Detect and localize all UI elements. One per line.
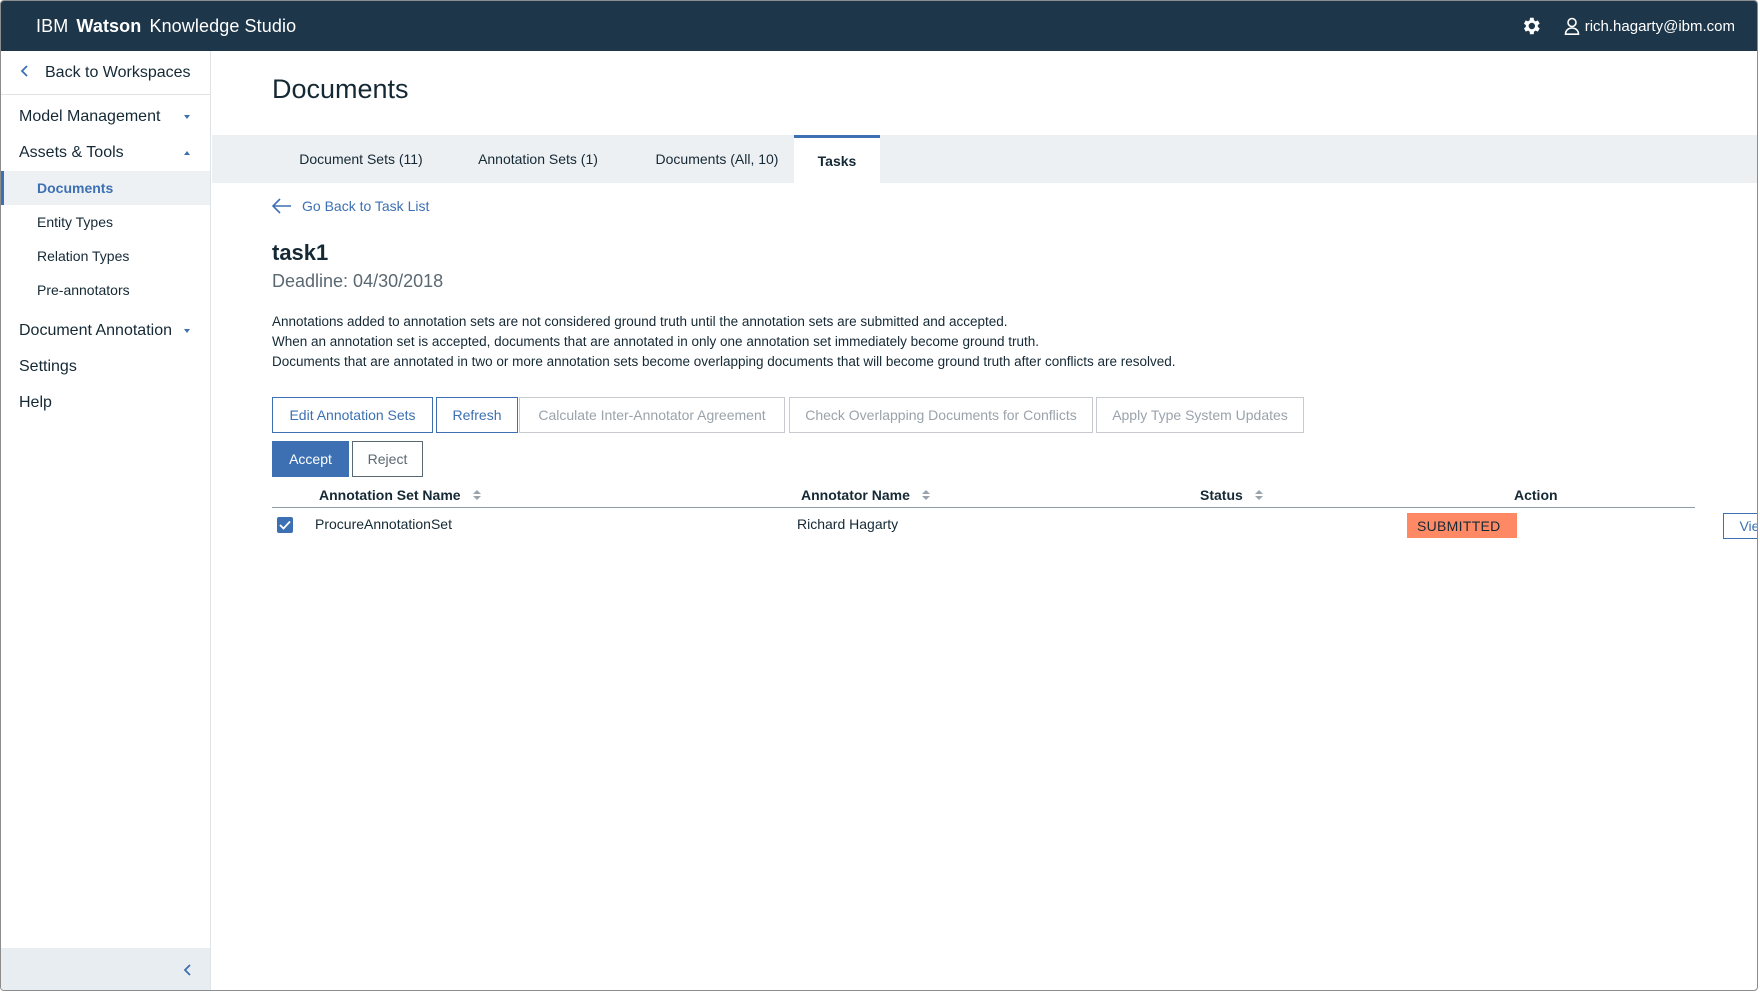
column-header-label: Annotation Set Name — [319, 487, 461, 503]
user-email: rich.hagarty@ibm.com — [1584, 17, 1735, 35]
column-header-label: Action — [1514, 487, 1558, 503]
top-header: IBM Watson Knowledge Studio rich.hagarty… — [1, 1, 1757, 51]
description-line: When an annotation set is accepted, docu… — [272, 334, 1039, 349]
status-badge: SUBMITTED — [1407, 513, 1517, 538]
sidebar: Back to Workspaces Model Management Asse… — [1, 51, 211, 990]
column-header-annotator-name[interactable]: Annotator Name — [801, 487, 930, 503]
user-menu[interactable]: rich.hagarty@ibm.com — [1564, 17, 1735, 35]
main-content: Documents Document Sets (11) Annotation … — [212, 51, 1757, 990]
caret-up-icon — [184, 151, 190, 155]
app-brand: IBM Watson Knowledge Studio — [36, 16, 296, 37]
tab-tasks[interactable]: Tasks — [794, 135, 880, 183]
tab-annotation-sets[interactable]: Annotation Sets (1) — [460, 135, 616, 183]
collapse-sidebar-button[interactable] — [1, 948, 210, 990]
sort-icon — [1254, 490, 1263, 500]
page-title: Documents — [272, 74, 409, 104]
user-icon — [1564, 17, 1580, 35]
checkmark-icon — [279, 520, 291, 530]
sidebar-item-label: Relation Types — [37, 248, 130, 264]
nav-section-label: Assets & Tools — [19, 144, 124, 161]
cell-annotation-set-name: ProcureAnnotationSet — [315, 516, 452, 532]
check-overlapping-button[interactable]: Check Overlapping Documents for Conflict… — [789, 397, 1093, 433]
sidebar-item-label: Pre-annotators — [37, 282, 130, 298]
tab-documents-all[interactable]: Documents (All, 10) — [626, 135, 808, 183]
column-header-status[interactable]: Status — [1200, 487, 1263, 503]
nav-section-label: Model Management — [19, 108, 161, 125]
refresh-button[interactable]: Refresh — [436, 397, 518, 433]
nav-model-management[interactable]: Model Management — [1, 99, 210, 135]
nav-section-label: Help — [19, 394, 52, 411]
chevron-left-icon — [183, 964, 191, 976]
back-label: Back to Workspaces — [45, 63, 191, 81]
sidebar-item-entity-types[interactable]: Entity Types — [1, 205, 210, 239]
accept-button[interactable]: Accept — [272, 441, 349, 477]
app-window: IBM Watson Knowledge Studio rich.hagarty… — [0, 0, 1758, 991]
column-header-action: Action — [1514, 487, 1558, 503]
column-header-label: Annotator Name — [801, 487, 910, 503]
caret-down-icon — [184, 115, 190, 119]
apply-type-system-updates-button[interactable]: Apply Type System Updates — [1096, 397, 1304, 433]
reject-button[interactable]: Reject — [352, 441, 423, 477]
brand-product: Knowledge Studio — [149, 15, 297, 36]
description-line: Annotations added to annotation sets are… — [272, 314, 1008, 329]
task-description: Annotations added to annotation sets are… — [272, 312, 1176, 372]
gear-icon[interactable] — [1520, 15, 1542, 37]
sidebar-item-label: Documents — [37, 180, 114, 196]
edit-annotation-sets-button[interactable]: Edit Annotation Sets — [272, 397, 433, 433]
nav-assets-tools[interactable]: Assets & Tools — [1, 135, 210, 171]
tab-document-sets[interactable]: Document Sets (11) — [272, 135, 450, 183]
column-header-annotation-set-name[interactable]: Annotation Set Name — [319, 487, 481, 503]
table-header-divider — [272, 507, 1695, 508]
sort-icon — [921, 490, 930, 500]
header-actions: rich.hagarty@ibm.com — [1520, 1, 1735, 51]
view-button[interactable]: View — [1723, 513, 1757, 539]
back-to-workspaces-link[interactable]: Back to Workspaces — [1, 51, 210, 95]
column-header-label: Status — [1200, 487, 1243, 503]
nav-section-label: Document Annotation — [19, 322, 172, 339]
cell-annotator-name: Richard Hagarty — [797, 516, 899, 532]
back-link-label: Go Back to Task List — [302, 198, 430, 214]
sidebar-item-label: Entity Types — [37, 214, 114, 230]
nav-document-annotation[interactable]: Document Annotation — [1, 313, 210, 349]
arrow-left-icon — [272, 198, 291, 214]
calculate-iaa-button[interactable]: Calculate Inter-Annotator Agreement — [519, 397, 785, 433]
sidebar-item-documents[interactable]: Documents — [1, 171, 210, 205]
brand-ibm: IBM — [36, 15, 69, 36]
tab-bar: Document Sets (11) Annotation Sets (1) D… — [212, 135, 1757, 183]
chevron-left-icon — [20, 64, 29, 82]
nav-help[interactable]: Help — [1, 385, 210, 421]
sidebar-item-relation-types[interactable]: Relation Types — [1, 239, 210, 273]
sidebar-item-pre-annotators[interactable]: Pre-annotators — [1, 273, 210, 307]
brand-watson: Watson — [76, 15, 142, 36]
description-line: Documents that are annotated in two or m… — [272, 354, 1176, 369]
task-title: task1 — [272, 240, 329, 265]
caret-down-icon — [184, 329, 190, 333]
nav-section-label: Settings — [19, 358, 77, 375]
row-select-checkbox[interactable] — [277, 517, 293, 533]
task-deadline: Deadline: 04/30/2018 — [272, 271, 444, 291]
go-back-to-task-list-link[interactable]: Go Back to Task List — [272, 198, 429, 214]
nav-settings[interactable]: Settings — [1, 349, 210, 385]
sort-icon — [472, 490, 481, 500]
